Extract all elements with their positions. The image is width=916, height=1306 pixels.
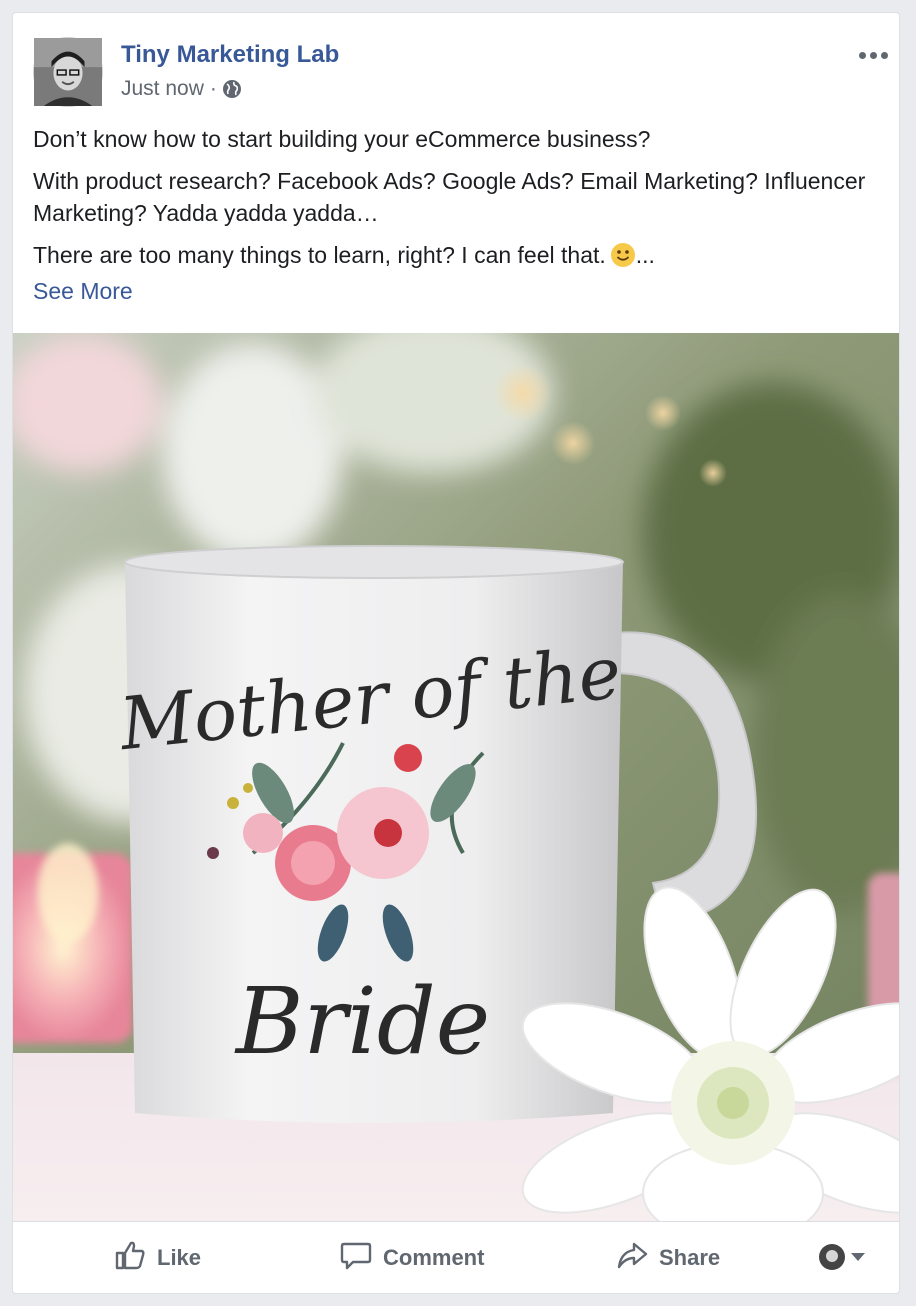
caret-down-icon (851, 1253, 865, 1261)
post-body: Don’t know how to start building your eC… (33, 123, 883, 307)
account-avatar-icon (819, 1244, 845, 1270)
post-card: Tiny Marketing Lab Just now · Don’t know… (12, 12, 900, 1294)
truncation-ellipsis: ... (635, 242, 655, 268)
meta-separator: · (209, 77, 217, 100)
share-button[interactable]: Share (615, 1222, 721, 1293)
thumbs-up-icon (113, 1238, 147, 1278)
more-options-icon[interactable] (857, 43, 889, 67)
like-button[interactable]: Like (113, 1222, 202, 1293)
timestamp[interactable]: Just now (121, 77, 204, 101)
post-photo[interactable]: Mother of the Bride (13, 333, 899, 1221)
globe-icon[interactable] (221, 78, 243, 100)
post-paragraph-2: With product research? Facebook Ads? Goo… (33, 168, 866, 226)
comment-label: Comment (383, 1245, 485, 1270)
post-header: Tiny Marketing Lab Just now · (33, 37, 888, 111)
page-name-link[interactable]: Tiny Marketing Lab (121, 41, 339, 69)
post-paragraph-1: Don’t know how to start building your eC… (33, 126, 651, 152)
page-avatar[interactable] (33, 37, 103, 107)
post-actions-bar: Like Comment Share (13, 1221, 899, 1293)
slightly-smiling-face-icon (610, 242, 636, 268)
post-paragraph-3-text: There are too many things to learn, righ… (33, 242, 606, 268)
post-as-selector[interactable] (819, 1244, 865, 1270)
comment-bubble-icon (339, 1238, 373, 1278)
share-arrow-icon (615, 1238, 649, 1278)
post-meta: Just now · (121, 77, 243, 101)
like-label: Like (157, 1245, 202, 1270)
comment-button[interactable]: Comment (339, 1222, 485, 1293)
share-label: Share (659, 1245, 721, 1270)
see-more-link[interactable]: See More (33, 275, 883, 307)
mug-text-bottom: Bride (234, 968, 490, 1075)
post-paragraph-3: There are too many things to learn, righ… (33, 239, 883, 271)
